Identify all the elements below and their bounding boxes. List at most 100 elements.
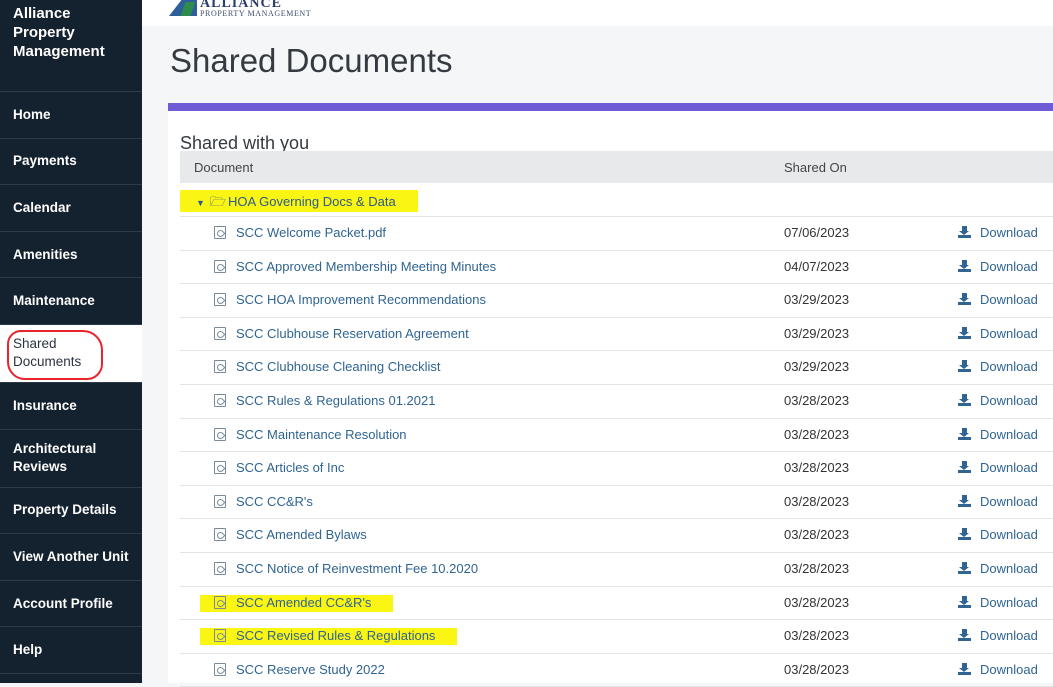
nav-label: Home xyxy=(13,106,51,122)
download-label: Download xyxy=(980,661,1038,677)
document-link[interactable]: SCC Reserve Study 2022 xyxy=(214,662,385,677)
nav-label: Account Profile xyxy=(13,595,113,611)
column-header-shared-on[interactable]: Shared On xyxy=(784,160,847,175)
download-button[interactable]: Download xyxy=(958,628,1038,643)
download-label: Download xyxy=(980,527,1038,543)
download-icon xyxy=(958,326,971,339)
pdf-file-icon xyxy=(214,427,226,441)
nav-payments[interactable]: Payments xyxy=(0,139,142,186)
pdf-file-icon xyxy=(214,394,226,407)
table-row: SCC Approved Membership Meeting Minutes 0… xyxy=(180,251,1053,285)
folder-row[interactable]: ▼ 🗁 HOA Governing Docs & Data xyxy=(180,183,1053,217)
document-name: SCC Amended Bylaws xyxy=(236,527,367,543)
download-button[interactable]: Download xyxy=(958,326,1038,341)
download-button[interactable]: Download xyxy=(958,595,1038,610)
nav-insurance[interactable]: Insurance xyxy=(0,383,142,430)
document-link[interactable]: SCC HOA Improvement Recommendations xyxy=(214,292,486,307)
nav-label: Insurance xyxy=(13,397,77,413)
document-name: SCC HOA Improvement Recommendations xyxy=(236,292,486,308)
nav-amenities[interactable]: Amenities xyxy=(0,232,142,279)
column-header-document[interactable]: Document xyxy=(194,160,253,175)
download-button[interactable]: Download xyxy=(958,359,1038,374)
table-row: SCC Rules & Regulations 01.2021 03/28/202… xyxy=(180,385,1053,419)
document-name: SCC Amended CC&R's xyxy=(236,594,372,610)
download-button[interactable]: Download xyxy=(958,561,1038,576)
download-icon xyxy=(958,461,971,474)
document-link[interactable]: SCC Clubhouse Cleaning Checklist xyxy=(214,359,441,374)
document-name: SCC Welcome Packet.pdf xyxy=(236,225,387,240)
documents-panel: Shared with you Document Shared On ▼ 🗁 HOA… xyxy=(168,103,1053,687)
document-link[interactable]: SCC Approved Membership Meeting Minutes xyxy=(214,259,496,274)
nav-maintenance[interactable]: Maintenance xyxy=(0,278,142,325)
shared-date: 03/28/2023 xyxy=(784,527,850,543)
document-link[interactable]: SCC Notice of Reinvestment Fee 10.2020 xyxy=(214,561,478,576)
document-name: SCC Clubhouse Cleaning Checklist xyxy=(236,359,441,375)
download-icon xyxy=(958,394,971,406)
pdf-file-icon xyxy=(214,629,226,643)
download-icon xyxy=(958,226,971,238)
sidebar: Alliance Property Management Home Paymen… xyxy=(0,0,142,683)
nav-shared-documents[interactable]: Shared Documents xyxy=(0,324,142,383)
document-name: SCC Maintenance Resolution xyxy=(236,426,407,442)
download-button[interactable]: Download xyxy=(958,225,1038,240)
shared-date: 03/28/2023 xyxy=(784,493,850,509)
nav-label: Architectural xyxy=(13,441,97,457)
download-label: Download xyxy=(980,258,1038,274)
shared-date: 03/28/2023 xyxy=(784,628,850,644)
annotation-circle xyxy=(7,329,103,380)
folder-name: HOA Governing Docs & Data xyxy=(228,194,396,209)
document-link[interactable]: SCC Rules & Regulations 01.2021 xyxy=(214,393,435,408)
nav-architectural-reviews[interactable]: Architectural Reviews xyxy=(0,430,142,488)
shared-date: 03/28/2023 xyxy=(784,393,850,408)
document-name: SCC Reserve Study 2022 xyxy=(236,661,385,677)
download-label: Download xyxy=(980,561,1038,576)
download-button[interactable]: Download xyxy=(958,527,1038,542)
download-button[interactable]: Download xyxy=(958,292,1038,307)
download-icon xyxy=(958,293,971,306)
shared-date: 07/06/2023 xyxy=(784,225,850,240)
download-icon xyxy=(958,360,971,373)
nav-property-details[interactable]: Property Details xyxy=(0,488,142,535)
header-logo[interactable]: ALLIANCE PROPERTY MANAGEMENT xyxy=(142,0,1053,26)
download-label: Download xyxy=(980,460,1038,476)
document-link[interactable]: SCC Amended CC&R's xyxy=(200,594,394,612)
document-link[interactable]: SCC CC&R's xyxy=(214,494,313,509)
download-button[interactable]: Download xyxy=(958,259,1038,274)
nav-view-another-unit[interactable]: View Another Unit xyxy=(0,534,142,581)
document-link[interactable]: SCC Welcome Packet.pdf xyxy=(214,225,386,240)
document-name: SCC Clubhouse Reservation Agreement xyxy=(236,325,469,341)
download-button[interactable]: Download xyxy=(958,427,1038,442)
nav-help[interactable]: Help xyxy=(0,627,142,674)
download-label: Download xyxy=(980,628,1038,644)
nav-label: Reviews xyxy=(13,459,68,475)
folder-toggle[interactable]: ▼ 🗁 HOA Governing Docs & Data xyxy=(180,190,418,212)
brand-name[interactable]: Alliance Property Management xyxy=(0,0,142,92)
table-row: SCC Amended CC&R's 03/28/2023 Download xyxy=(180,587,1053,621)
document-link[interactable]: SCC Maintenance Resolution xyxy=(214,427,407,442)
document-link[interactable]: SCC Revised Rules & Regulations xyxy=(200,628,458,646)
pdf-file-icon xyxy=(214,226,226,239)
document-link[interactable]: SCC Amended Bylaws xyxy=(214,527,367,542)
document-link[interactable]: SCC Clubhouse Reservation Agreement xyxy=(214,326,469,341)
download-label: Download xyxy=(980,594,1038,610)
pdf-file-icon xyxy=(214,259,226,273)
document-link[interactable]: SCC Articles of Inc xyxy=(214,460,344,475)
brand-line: Management xyxy=(13,43,105,60)
nav-account-profile[interactable]: Account Profile xyxy=(0,581,142,628)
download-button[interactable]: Download xyxy=(958,460,1038,475)
shared-date: 03/29/2023 xyxy=(784,325,850,341)
download-button[interactable]: Download xyxy=(958,393,1038,408)
table-row: SCC Notice of Reinvestment Fee 10.2020 03… xyxy=(180,553,1053,587)
download-icon xyxy=(958,562,971,574)
nav-home[interactable]: Home xyxy=(0,92,142,139)
nav-calendar[interactable]: Calendar xyxy=(0,185,142,232)
nav-label: Help xyxy=(13,642,43,658)
table-row: SCC Clubhouse Reservation Agreement 03/29… xyxy=(180,318,1053,352)
pdf-file-icon xyxy=(214,461,226,475)
download-button[interactable]: Download xyxy=(958,662,1038,677)
document-name: SCC Revised Rules & Regulations xyxy=(236,628,436,644)
download-button[interactable]: Download xyxy=(958,494,1038,509)
download-label: Download xyxy=(980,225,1038,240)
table-row: SCC Welcome Packet.pdf 07/06/2023 Download xyxy=(180,217,1053,251)
caret-down-icon: ▼ xyxy=(196,198,205,208)
